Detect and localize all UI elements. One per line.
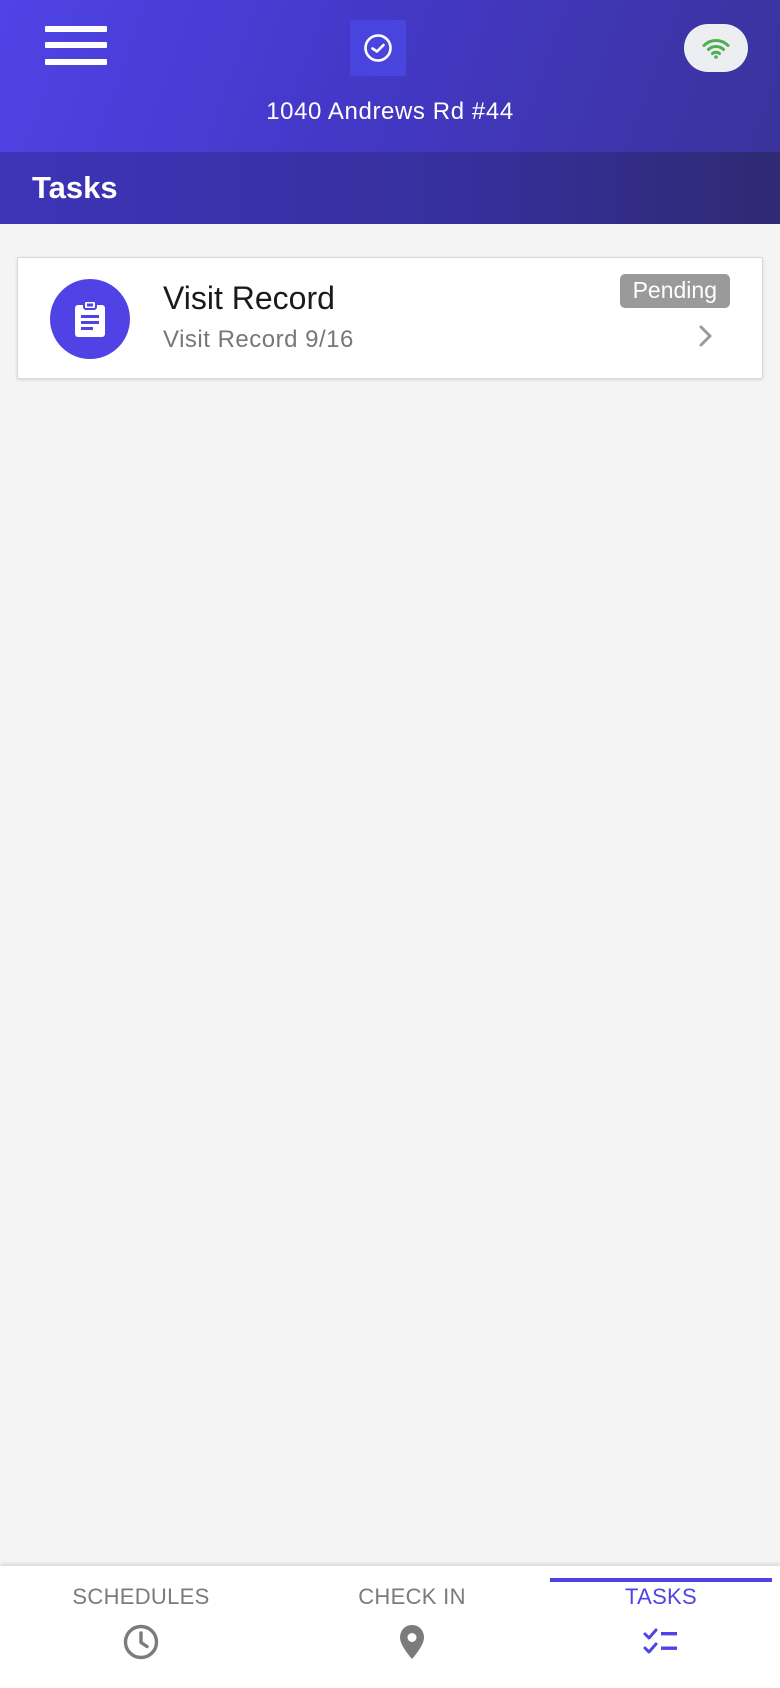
task-title: Visit Record — [163, 280, 335, 316]
clock-icon — [123, 1624, 159, 1660]
wifi-icon — [702, 39, 730, 59]
address-label: 1040 Andrews Rd #44 — [266, 98, 514, 125]
app-header: 1040 Andrews Rd #44 — [0, 0, 780, 152]
task-subtitle: Visit Record 9/16 — [163, 326, 354, 353]
status-badge: Pending — [619, 274, 730, 308]
tab-check-in[interactable]: CHECK IN — [282, 1566, 542, 1688]
checklist-icon — [643, 1628, 677, 1654]
title-bar: Tasks — [0, 152, 780, 224]
task-avatar — [50, 279, 130, 359]
tab-schedules[interactable]: SCHEDULES — [0, 1566, 282, 1688]
page-title: Tasks — [32, 170, 118, 205]
chevron-right-icon — [699, 325, 712, 347]
tab-check-in-label: CHECK IN — [358, 1584, 466, 1609]
location-pin-icon — [400, 1625, 424, 1659]
hamburger-menu-icon[interactable] — [38, 22, 108, 72]
connection-status-button[interactable] — [684, 24, 748, 72]
bottom-navigation: SCHEDULES CHECK IN TASKS — [0, 1566, 780, 1688]
tab-schedules-label: SCHEDULES — [72, 1584, 210, 1609]
tab-tasks[interactable]: TASKS — [550, 1566, 772, 1688]
clock-icon — [350, 20, 406, 76]
clipboard-icon — [75, 300, 105, 337]
tab-tasks-label: TASKS — [624, 1584, 697, 1609]
task-card[interactable]: Visit Record Visit Record 9/16 Pending — [17, 257, 763, 379]
